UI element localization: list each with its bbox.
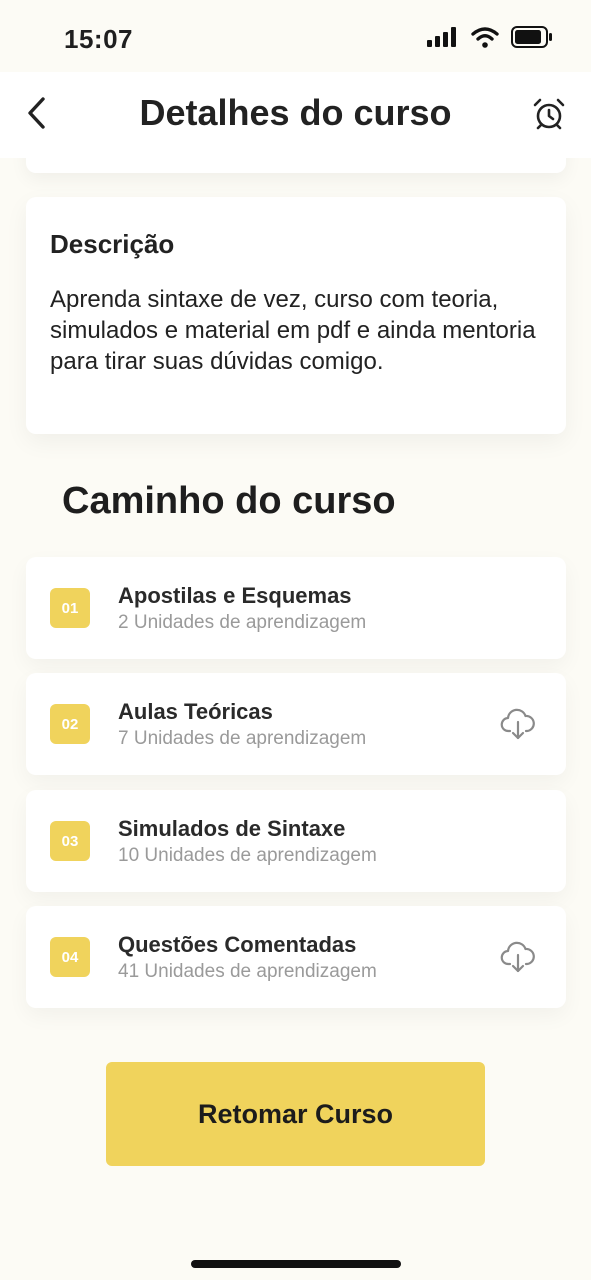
wifi-icon — [471, 26, 499, 53]
module-title: Questões Comentadas — [118, 932, 357, 957]
cloud-download-icon — [500, 941, 536, 979]
module-subtitle: 7 Unidades de aprendizagem — [118, 728, 367, 749]
signal-icon — [427, 27, 459, 52]
description-text: Aprenda sintaxe de vez, curso com teoria… — [50, 286, 536, 375]
module-subtitle: 10 Unidades de aprendizagem — [118, 845, 377, 866]
module-item[interactable]: 04 Questões Comentadas 41 Unidades de ap… — [26, 906, 566, 1008]
status-time: 15:07 — [64, 24, 133, 54]
status-bar: 15:07 — [0, 0, 591, 72]
module-number-badge: 04 — [50, 937, 90, 977]
cloud-download-icon — [500, 708, 536, 746]
module-subtitle: 41 Unidades de aprendizagem — [118, 961, 377, 982]
module-title: Aulas Teóricas — [118, 699, 273, 724]
alarm-clock-icon — [532, 97, 566, 136]
module-item[interactable]: 02 Aulas Teóricas 7 Unidades de aprendiz… — [26, 673, 566, 775]
resume-course-button[interactable]: Retomar Curso — [106, 1062, 485, 1166]
description-card: Descrição Aprenda sintaxe de vez, curso … — [26, 197, 566, 434]
download-button[interactable] — [500, 706, 536, 742]
module-item[interactable]: 01 Apostilas e Esquemas 2 Unidades de ap… — [26, 557, 566, 659]
home-indicator[interactable] — [191, 1260, 401, 1268]
course-details-screen: 15:07 Detalhes do curso Descrição Aprend… — [0, 0, 591, 1280]
description-title: Descrição — [50, 229, 175, 259]
app-header: Detalhes do curso — [0, 72, 591, 158]
module-item[interactable]: 03 Simulados de Sintaxe 10 Unidades de a… — [26, 790, 566, 892]
download-button[interactable] — [500, 939, 536, 975]
module-number-badge: 01 — [50, 588, 90, 628]
course-path-title: Caminho do curso — [62, 480, 396, 522]
status-icons — [427, 26, 553, 53]
module-number-badge: 02 — [50, 704, 90, 744]
module-subtitle: 2 Unidades de aprendizagem — [118, 612, 367, 633]
page-title: Detalhes do curso — [139, 92, 452, 133]
alarm-button[interactable] — [527, 94, 571, 138]
battery-icon — [511, 26, 553, 53]
module-title: Simulados de Sintaxe — [118, 816, 346, 841]
module-number-badge: 03 — [50, 821, 90, 861]
module-title: Apostilas e Esquemas — [118, 583, 352, 608]
